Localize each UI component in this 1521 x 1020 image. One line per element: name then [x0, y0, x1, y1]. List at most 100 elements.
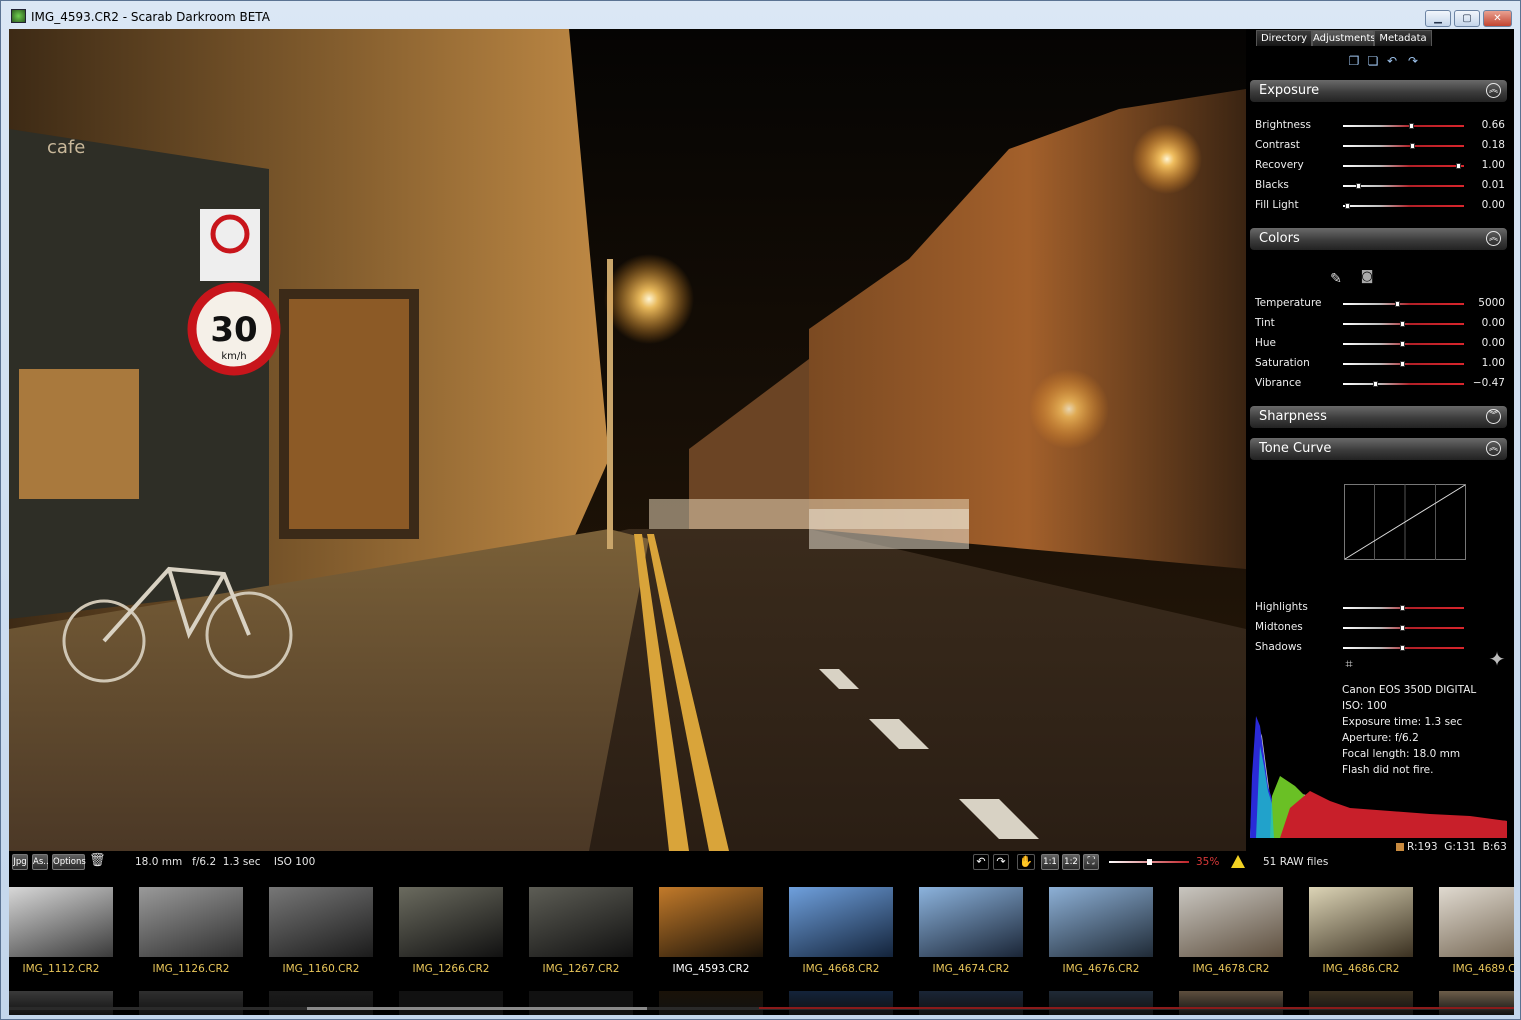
redo-icon[interactable]: ↷: [1405, 53, 1421, 69]
expand-chevron-icon[interactable]: ︾: [1486, 409, 1501, 424]
filmstrip-label[interactable]: IMG_4678.CR2: [1166, 963, 1296, 975]
camera-icon[interactable]: ◙: [1359, 269, 1375, 285]
slider-track[interactable]: [1343, 163, 1464, 169]
undo-icon[interactable]: ↶: [1384, 53, 1400, 69]
options-button[interactable]: Options: [52, 854, 86, 870]
trash-icon[interactable]: 🗑: [89, 854, 106, 870]
slider-thumb[interactable]: [1410, 143, 1415, 149]
filmstrip-thumbnail[interactable]: [1049, 887, 1153, 957]
slider-thumb[interactable]: [1373, 381, 1378, 387]
filmstrip-thumbnail[interactable]: [789, 887, 893, 957]
filmstrip-thumbnail-next-row[interactable]: [529, 991, 633, 1015]
filmstrip-label[interactable]: IMG_4676.CR2: [1036, 963, 1166, 975]
slider-midtones[interactable]: Midtones: [1255, 619, 1505, 635]
exposure-section-header[interactable]: Exposure ︽: [1250, 80, 1507, 102]
filmstrip-thumbnail-next-row[interactable]: [1049, 991, 1153, 1015]
slider-contrast[interactable]: Contrast 0.18: [1255, 137, 1505, 153]
slider-tint[interactable]: Tint 0.00: [1255, 315, 1505, 331]
filmstrip-thumbnail[interactable]: [139, 887, 243, 957]
filmstrip-thumbnail-next-row[interactable]: [9, 991, 113, 1015]
rotate-left-icon[interactable]: ↶: [973, 854, 989, 870]
filmstrip-thumbnail-next-row[interactable]: [919, 991, 1023, 1015]
crop-icon[interactable]: ⌗: [1341, 657, 1357, 673]
slider-thumb[interactable]: [1456, 163, 1461, 169]
filmstrip-thumbnail[interactable]: [399, 887, 503, 957]
slider-hue[interactable]: Hue 0.00: [1255, 335, 1505, 351]
filmstrip-label[interactable]: IMG_1267.CR2: [516, 963, 646, 975]
filmstrip-thumbnail-next-row[interactable]: [1309, 991, 1413, 1015]
filmstrip-thumbnail[interactable]: [269, 887, 373, 957]
filmstrip-thumbnail-next-row[interactable]: [659, 991, 763, 1015]
filmstrip-label[interactable]: IMG_1160.CR2: [256, 963, 386, 975]
zoom-1-2-button[interactable]: 1:2: [1062, 854, 1080, 870]
slider-track[interactable]: [1343, 321, 1464, 327]
slider-thumb[interactable]: [1400, 361, 1405, 367]
slider-track[interactable]: [1343, 123, 1464, 129]
collapse-chevron-icon[interactable]: ︽: [1486, 441, 1501, 456]
main-photo-view[interactable]: 30 km/h cafe: [9, 29, 1246, 851]
filmstrip-thumbnail[interactable]: [529, 887, 633, 957]
slider-track[interactable]: [1343, 143, 1464, 149]
copy-settings-icon[interactable]: ❐: [1346, 53, 1362, 69]
filmstrip-thumbnail[interactable]: [1179, 887, 1283, 957]
filmstrip-thumbnail-next-row[interactable]: [1179, 991, 1283, 1015]
slider-track[interactable]: [1343, 183, 1464, 189]
slider-thumb[interactable]: [1400, 645, 1405, 651]
filmstrip-label[interactable]: IMG_1112.CR2: [9, 963, 126, 975]
slider-thumb[interactable]: [1400, 605, 1405, 611]
slider-track[interactable]: [1343, 645, 1464, 651]
slider-track[interactable]: [1343, 361, 1464, 367]
minimize-button[interactable]: ▁: [1425, 10, 1451, 27]
zoom-slider[interactable]: [1109, 859, 1189, 865]
sharpness-section-header[interactable]: Sharpness ︾: [1250, 406, 1507, 428]
pan-hand-icon[interactable]: ✋: [1017, 854, 1035, 870]
slider-track[interactable]: [1343, 605, 1464, 611]
slider-track[interactable]: [1343, 625, 1464, 631]
slider-vibrance[interactable]: Vibrance −0.47: [1255, 375, 1505, 391]
slider-thumb[interactable]: [1400, 341, 1405, 347]
tone-curve-section-header[interactable]: Tone Curve ︽: [1250, 438, 1507, 460]
filmstrip-thumbnail-next-row[interactable]: [1439, 991, 1514, 1015]
slider-recovery[interactable]: Recovery 1.00: [1255, 157, 1505, 173]
filmstrip-thumbnail-next-row[interactable]: [399, 991, 503, 1015]
zoom-slider-thumb[interactable]: [1147, 859, 1152, 865]
tab-adjustments[interactable]: Adjustments: [1312, 30, 1376, 46]
filmstrip-thumbnail[interactable]: [659, 887, 763, 957]
filmstrip-thumbnail-next-row[interactable]: [789, 991, 893, 1015]
slider-thumb[interactable]: [1345, 203, 1350, 209]
slider-saturation[interactable]: Saturation 1.00: [1255, 355, 1505, 371]
filmstrip-label[interactable]: IMG_4674.CR2: [906, 963, 1036, 975]
tab-metadata[interactable]: Metadata: [1374, 30, 1432, 46]
filmstrip-scroll-thumb[interactable]: [307, 1007, 647, 1010]
eyedropper-icon[interactable]: ✎: [1328, 271, 1344, 287]
filmstrip-thumbnail-next-row[interactable]: [269, 991, 373, 1015]
filmstrip-thumbnail[interactable]: [919, 887, 1023, 957]
close-button[interactable]: ✕: [1483, 10, 1512, 27]
filmstrip-thumbnail-next-row[interactable]: [139, 991, 243, 1015]
save-as-button[interactable]: As..: [32, 854, 49, 870]
slider-thumb[interactable]: [1395, 301, 1400, 307]
filmstrip-thumbnail[interactable]: [1439, 887, 1514, 957]
slider-thumb[interactable]: [1400, 625, 1405, 631]
slider-track[interactable]: [1343, 203, 1464, 209]
slider-track[interactable]: [1343, 381, 1464, 387]
slider-track[interactable]: [1343, 301, 1464, 307]
slider-track[interactable]: [1343, 341, 1464, 347]
filmstrip-scrollbar[interactable]: [9, 1007, 1514, 1010]
filmstrip-label[interactable]: IMG_4689.CR2: [1426, 963, 1514, 975]
slider-shadows[interactable]: Shadows: [1255, 639, 1505, 655]
slider-thumb[interactable]: [1400, 321, 1405, 327]
maximize-button[interactable]: ▢: [1454, 10, 1480, 27]
tab-directory[interactable]: Directory: [1256, 30, 1312, 46]
collapse-chevron-icon[interactable]: ︽: [1486, 83, 1501, 98]
fit-screen-icon[interactable]: ⛶: [1083, 854, 1099, 870]
filmstrip-label[interactable]: IMG_1266.CR2: [386, 963, 516, 975]
slider-thumb[interactable]: [1409, 123, 1414, 129]
tone-curve-graph[interactable]: [1344, 484, 1466, 560]
title-bar[interactable]: IMG_4593.CR2 - Scarab Darkroom BETA ▁ ▢ …: [1, 1, 1520, 29]
collapse-chevron-icon[interactable]: ︽: [1486, 231, 1501, 246]
warning-icon[interactable]: [1231, 855, 1245, 868]
slider-highlights[interactable]: Highlights: [1255, 599, 1505, 615]
filmstrip-thumbnail[interactable]: [9, 887, 113, 957]
slider-temperature[interactable]: Temperature 5000: [1255, 295, 1505, 311]
